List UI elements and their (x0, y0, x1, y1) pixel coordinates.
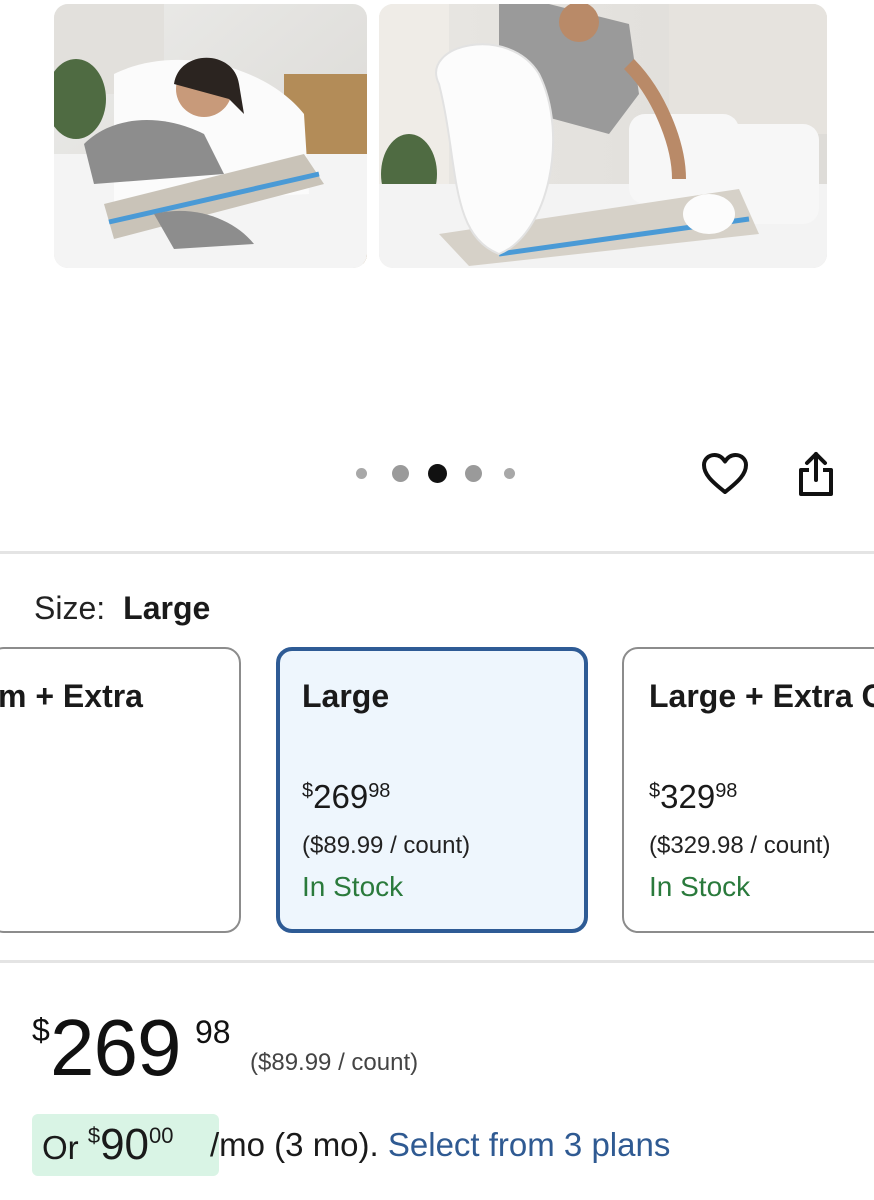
share-icon (799, 452, 833, 496)
wedge-pillow-photo-1 (54, 4, 367, 268)
currency-symbol: $ (649, 780, 661, 802)
stock-status: In Stock (649, 871, 751, 902)
size-option-unit-price: ($89.99 / count) (302, 832, 471, 859)
financing-terms: /mo (3 mo). Select from 3 plans (210, 1124, 670, 1166)
carousel-dot-2[interactable] (392, 464, 409, 482)
size-option-title: m + Extra (0, 678, 143, 714)
financing-cents: 00 (149, 1123, 174, 1148)
size-label: Size: (34, 590, 106, 626)
financing-prefix: Or (42, 1129, 88, 1166)
size-option-price: $26998 (302, 778, 390, 816)
currency-symbol: $ (87, 1123, 101, 1148)
price-cents: 98 (715, 780, 738, 802)
heart-outline-icon (702, 453, 748, 494)
size-selected-value: Large (123, 590, 211, 626)
section-divider (0, 551, 874, 554)
product-image-2[interactable] (379, 4, 827, 268)
price-dollars: 269 (50, 1003, 181, 1092)
currency-symbol: $ (302, 780, 314, 802)
section-divider (0, 960, 874, 963)
size-option-unit-price: ($329.98 / count) (649, 832, 831, 859)
carousel-dot-4[interactable] (465, 464, 482, 482)
size-heading: Size: Large (34, 589, 210, 627)
price-dollars: 329 (660, 778, 716, 815)
share-button[interactable] (790, 448, 842, 500)
price-cents: 98 (368, 780, 391, 802)
financing-dollars: 90 (100, 1120, 150, 1169)
wedge-pillow-photo-2 (379, 4, 827, 268)
carousel-pagination (356, 462, 515, 484)
unit-price: ($89.99 / count) (250, 1049, 419, 1076)
product-gallery (0, 0, 874, 540)
price-cents: 98 (195, 1014, 231, 1050)
size-option-price: $32998 (649, 778, 737, 816)
financing-term: /mo (3 mo). (210, 1126, 379, 1163)
price-dollars: 269 (313, 778, 369, 815)
carousel-dot-5[interactable] (504, 467, 515, 479)
size-option-title: Large + Extra C (649, 678, 874, 714)
select-plans-link[interactable]: Select from 3 plans (388, 1126, 670, 1163)
financing-amount: Or $9000 (42, 1123, 174, 1169)
carousel-dot-1[interactable] (356, 467, 367, 479)
size-option-title: Large (302, 678, 390, 714)
favorite-button[interactable] (699, 448, 751, 500)
stock-status: In Stock (302, 871, 404, 902)
currency-symbol: $ (32, 1012, 50, 1048)
product-image-1[interactable] (54, 4, 367, 268)
carousel-dot-3-active[interactable] (428, 463, 447, 483)
